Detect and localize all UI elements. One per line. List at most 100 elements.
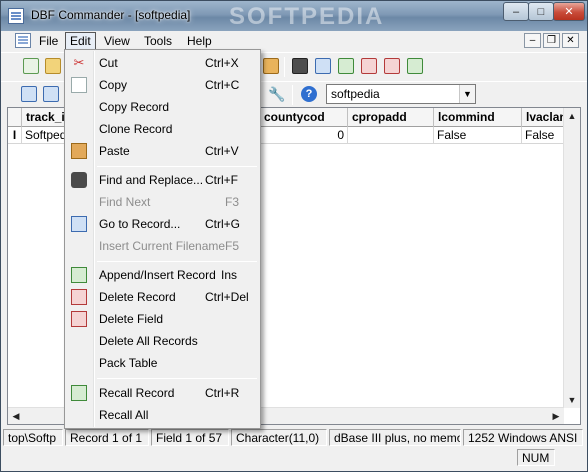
menu-item-pack-table[interactable]: Pack Table [67, 352, 259, 374]
menu-item-label: Paste [99, 144, 130, 158]
menu-item-shortcut: F3 [225, 195, 240, 209]
form-view-icon[interactable] [43, 86, 59, 102]
wrench-icon[interactable]: 🔧 [268, 86, 285, 102]
menu-item-copy[interactable]: Copy Ctrl+C [67, 74, 259, 96]
menu-item-label: Delete All Records [99, 334, 198, 348]
menu-item-label: Find Next [99, 195, 151, 209]
menu-item-shortcut: F5 [225, 239, 240, 253]
menu-item-copy-record[interactable]: Copy Record [67, 96, 259, 118]
delete-field-icon[interactable] [384, 58, 400, 74]
menu-item-label: Delete Record [99, 290, 176, 304]
scroll-left-icon[interactable]: ◀ [8, 408, 24, 424]
new-table-icon[interactable] [23, 58, 39, 74]
menu-file[interactable]: File [35, 33, 62, 49]
menu-item-delete-all-records[interactable]: Delete All Records [67, 330, 259, 352]
recall-record-icon[interactable] [407, 58, 423, 74]
menu-item-go-to-record[interactable]: Go to Record... Ctrl+G [67, 213, 259, 235]
menu-item-label: Copy Record [99, 100, 170, 114]
table-select[interactable]: softpedia ▼ [326, 84, 476, 104]
row-indicator: I [8, 127, 22, 144]
menu-item-recall-record[interactable]: Recall Record Ctrl+R [67, 382, 259, 404]
column-header-lvaclan[interactable]: lvaclan [522, 108, 568, 127]
menu-bar: File Edit View Tools Help – ❐ ✕ [1, 31, 587, 51]
copy-icon [71, 77, 87, 93]
paste-icon[interactable] [263, 58, 279, 74]
menu-item-label: Append/Insert Record [99, 268, 216, 282]
recall-record-icon [71, 385, 87, 401]
mdi-close-button[interactable]: ✕ [562, 33, 579, 48]
menu-item-label: Delete Field [99, 312, 164, 326]
menu-separator [97, 378, 257, 379]
menu-separator [97, 166, 257, 167]
append-record-icon [71, 267, 87, 283]
mdi-restore-button[interactable]: ❐ [543, 33, 560, 48]
cell-lvaclan[interactable]: False [522, 127, 568, 144]
title-bar[interactable]: DBF Commander - [softpedia] SOFTPEDIA – … [1, 1, 587, 31]
column-header-countycod[interactable]: countycod [260, 108, 348, 127]
menu-item-label: Recall All [99, 408, 149, 422]
status-table-format: dBase III plus, no memo [329, 429, 461, 446]
toolbar-separator [284, 57, 285, 77]
menu-item-shortcut: Ctrl+G [205, 217, 241, 231]
vertical-scrollbar[interactable]: ▲ ▼ [563, 108, 580, 408]
goto-record-icon[interactable] [315, 58, 331, 74]
menu-item-clone-record[interactable]: Clone Record [67, 118, 259, 140]
cell-lcommind[interactable]: False [434, 127, 522, 144]
menu-edit[interactable]: Edit [65, 32, 96, 50]
cell-countycod[interactable]: 0 [260, 127, 348, 144]
menu-item-paste[interactable]: Paste Ctrl+V [67, 140, 259, 162]
open-folder-icon[interactable] [45, 58, 61, 74]
menu-item-shortcut: Ctrl+C [205, 78, 240, 92]
scroll-right-icon[interactable]: ▶ [548, 408, 564, 424]
menu-item-shortcut: Ctrl+Del [205, 290, 249, 304]
status-bar: top\Softp Record 1 of 1 Field 1 of 57 Ch… [1, 427, 587, 447]
menu-item-label: Go to Record... [99, 217, 181, 231]
menu-item-insert-filename[interactable]: Insert Current Filename F5 [67, 235, 259, 257]
menu-tools[interactable]: Tools [140, 33, 176, 49]
menu-item-find-replace[interactable]: Find and Replace... Ctrl+F [67, 169, 259, 191]
status-field: Field 1 of 57 [151, 429, 229, 446]
status-codepage: 1252 Windows ANSI [463, 429, 583, 446]
status-path: top\Softp [3, 429, 63, 446]
menu-item-delete-record[interactable]: Delete Record Ctrl+Del [67, 286, 259, 308]
menu-item-shortcut: Ctrl+R [205, 386, 240, 400]
menu-item-delete-field[interactable]: Delete Field [67, 308, 259, 330]
status-bar-bottom: NUM [1, 447, 587, 471]
column-header-cpropadd[interactable]: cpropadd [348, 108, 434, 127]
edit-menu-dropdown: ✂ Cut Ctrl+X Copy Ctrl+C Copy Record Clo… [64, 49, 261, 429]
menu-item-shortcut: Ctrl+X [205, 56, 239, 70]
help-icon[interactable]: ? [301, 86, 317, 102]
document-icon[interactable] [15, 33, 31, 48]
watermark: SOFTPEDIA [229, 3, 385, 30]
close-button[interactable]: ✕ [553, 2, 585, 21]
find-icon[interactable] [292, 58, 308, 74]
menu-item-append-insert-record[interactable]: Append/Insert Record Ins [67, 264, 259, 286]
menu-item-cut[interactable]: ✂ Cut Ctrl+X [67, 52, 259, 74]
row-indicator-header [8, 108, 22, 127]
toolbar-separator [292, 85, 293, 105]
maximize-button[interactable]: □ [528, 2, 554, 21]
delete-record-icon [71, 289, 87, 305]
menu-item-find-next[interactable]: Find Next F3 [67, 191, 259, 213]
menu-item-label: Find and Replace... [99, 173, 204, 187]
binoculars-icon [71, 172, 87, 188]
menu-item-shortcut: Ctrl+V [205, 144, 239, 158]
append-record-icon[interactable] [338, 58, 354, 74]
chevron-down-icon[interactable]: ▼ [459, 85, 475, 103]
cell-cpropadd[interactable] [348, 127, 434, 144]
menu-item-recall-all[interactable]: Recall All [67, 404, 259, 426]
menu-view[interactable]: View [100, 33, 134, 49]
menu-item-label: Insert Current Filename [99, 239, 226, 253]
mdi-buttons: – ❐ ✕ [524, 33, 579, 48]
menu-separator [97, 261, 257, 262]
delete-record-icon[interactable] [361, 58, 377, 74]
scroll-up-icon[interactable]: ▲ [564, 108, 580, 124]
scroll-down-icon[interactable]: ▼ [564, 392, 580, 408]
menu-help[interactable]: Help [183, 33, 216, 49]
column-header-lcommind[interactable]: lcommind [434, 108, 522, 127]
minimize-button[interactable]: – [503, 2, 529, 21]
grid-view-icon[interactable] [21, 86, 37, 102]
delete-field-icon [71, 311, 87, 327]
mdi-minimize-button[interactable]: – [524, 33, 541, 48]
app-icon[interactable] [8, 8, 24, 24]
